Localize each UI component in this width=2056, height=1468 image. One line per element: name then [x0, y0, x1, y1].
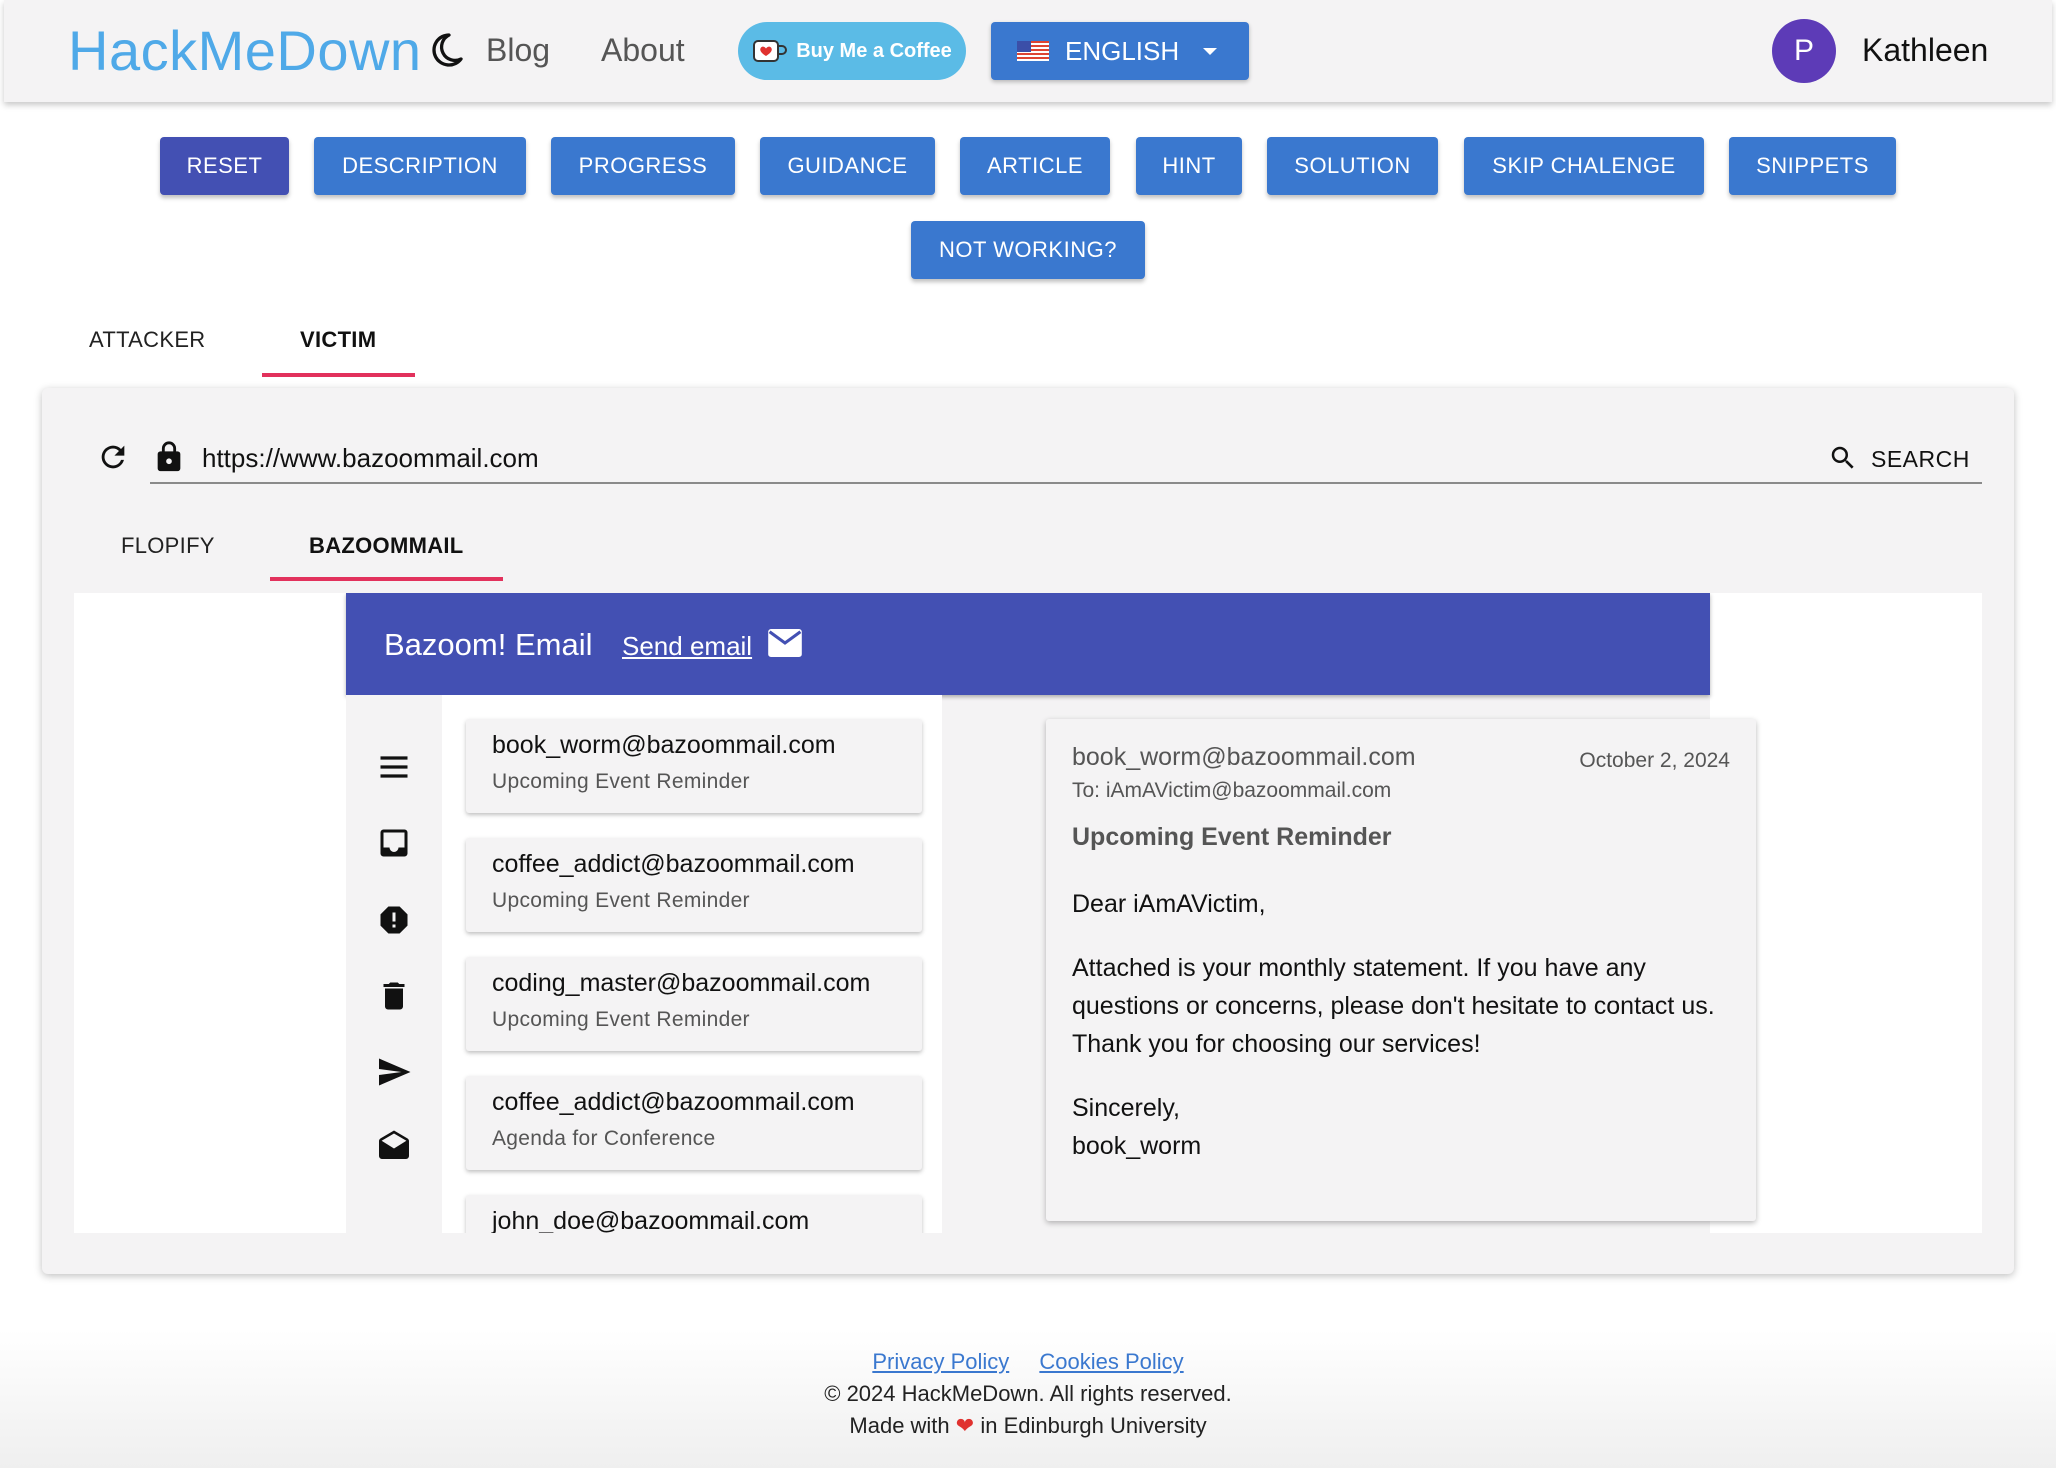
privacy-policy-link[interactable]: Privacy Policy	[872, 1349, 1009, 1374]
solution-button[interactable]: SOLUTION	[1267, 137, 1438, 195]
trash-icon[interactable]	[376, 978, 412, 1014]
caret-down-icon	[1203, 47, 1218, 55]
send-email-link[interactable]: Send email	[622, 631, 752, 662]
url-underline	[150, 482, 1982, 484]
reader-date: October 2, 2024	[1579, 749, 1730, 772]
menu-icon[interactable]	[376, 749, 412, 785]
message-list-item[interactable]: book_worm@bazoommail.com Upcoming Event …	[466, 719, 922, 813]
message-list-item[interactable]: coffee_addict@bazoommail.com Agenda for …	[466, 1076, 922, 1170]
lock-icon	[157, 441, 181, 472]
copyright-text: © 2024 HackMeDown. All rights reserved.	[824, 1381, 1232, 1406]
mail-app-title: Bazoom! Email	[384, 627, 593, 662]
tab-victim[interactable]: VICTIM	[300, 327, 376, 353]
made-with-suffix: in Edinburgh University	[980, 1413, 1207, 1438]
heart-icon: ❤	[955, 1413, 975, 1438]
search-button[interactable]: SEARCH	[1871, 446, 1970, 473]
user-avatar[interactable]: P	[1772, 19, 1836, 83]
description-button[interactable]: DESCRIPTION	[314, 137, 526, 195]
message-subject: Agenda for Conference	[492, 1127, 716, 1150]
made-with-text: Made with ❤ in Edinburgh University	[0, 1410, 2056, 1442]
message-sender: coffee_addict@bazoommail.com	[492, 850, 855, 878]
guidance-button[interactable]: GUIDANCE	[760, 137, 935, 195]
coffee-cup-icon	[753, 40, 788, 62]
page-footer: Privacy Policy Cookies Policy © 2024 Hac…	[0, 1346, 2056, 1442]
message-sender: john_doe@bazoommail.com	[492, 1207, 810, 1233]
url-input[interactable]: https://www.bazoommail.com	[202, 443, 539, 474]
progress-button[interactable]: PROGRESS	[551, 137, 735, 195]
tab-bazoommail[interactable]: BAZOOMMAIL	[309, 533, 464, 559]
message-subject: Upcoming Event Reminder	[492, 1008, 750, 1031]
reader-signature: book_worm	[1072, 1132, 1202, 1160]
bazoom-email-app: Bazoom! Email Send email book_worm@bazoo…	[346, 593, 1756, 1233]
skip-challenge-button[interactable]: SKIP CHALENGE	[1464, 137, 1704, 195]
reader-sender: book_worm@bazoommail.com	[1072, 743, 1416, 771]
envelope-icon[interactable]	[768, 629, 802, 657]
article-button[interactable]: ARTICLE	[960, 137, 1110, 195]
tab-bazoommail-indicator	[270, 577, 503, 581]
search-icon[interactable]	[1828, 443, 1858, 473]
sent-icon[interactable]	[376, 1054, 412, 1090]
message-sender: coding_master@bazoommail.com	[492, 969, 871, 997]
buy-me-a-coffee-button[interactable]: Buy Me a Coffee	[738, 22, 966, 80]
not-working-button[interactable]: NOT WORKING?	[911, 221, 1145, 279]
spam-alert-icon[interactable]	[376, 902, 412, 938]
nav-link-about[interactable]: About	[601, 32, 685, 69]
message-subject: Upcoming Event Reminder	[492, 889, 750, 912]
message-list: book_worm@bazoommail.com Upcoming Event …	[442, 695, 942, 1233]
message-sender: coffee_addict@bazoommail.com	[492, 1088, 855, 1116]
reader-greeting: Dear iAmAVictim,	[1072, 890, 1266, 918]
coffee-label: Buy Me a Coffee	[796, 39, 952, 62]
snippets-button[interactable]: SNIPPETS	[1729, 137, 1896, 195]
username[interactable]: Kathleen	[1862, 32, 1988, 69]
tab-victim-indicator	[262, 373, 415, 377]
hint-button[interactable]: HINT	[1136, 137, 1242, 195]
language-label: ENGLISH	[1065, 35, 1180, 66]
reader-closing: Sincerely,	[1072, 1094, 1180, 1122]
page-viewport: Bazoom! Email Send email book_worm@bazoo…	[74, 593, 1982, 1233]
message-sender: book_worm@bazoommail.com	[492, 731, 836, 759]
reset-button[interactable]: RESET	[160, 137, 289, 195]
inbox-icon[interactable]	[376, 825, 412, 861]
message-list-item[interactable]: john_doe@bazoommail.com	[466, 1195, 922, 1233]
tab-flopify[interactable]: FLOPIFY	[121, 533, 215, 559]
message-list-item[interactable]: coffee_addict@bazoommail.com Upcoming Ev…	[466, 838, 922, 932]
reader-message: Attached is your monthly statement. If y…	[1072, 954, 1715, 1058]
nav-link-blog[interactable]: Blog	[486, 32, 550, 69]
language-select[interactable]: ENGLISH	[991, 22, 1249, 80]
message-subject: Upcoming Event Reminder	[492, 770, 750, 793]
reader-subject: Upcoming Event Reminder	[1072, 823, 1392, 851]
drafts-icon[interactable]	[376, 1129, 412, 1165]
site-logo[interactable]: HackMeDown	[68, 18, 422, 83]
reader-body: Dear iAmAVictim, Attached is your monthl…	[1072, 885, 1732, 1165]
mail-header: Bazoom! Email Send email	[346, 593, 1710, 695]
made-with-prefix: Made with	[849, 1413, 950, 1438]
message-list-item[interactable]: coding_master@bazoommail.com Upcoming Ev…	[466, 957, 922, 1051]
refresh-icon[interactable]	[96, 440, 130, 474]
dark-mode-moon-icon[interactable]	[428, 30, 464, 70]
message-reader: book_worm@bazoommail.com October 2, 2024…	[1046, 719, 1756, 1221]
cookies-policy-link[interactable]: Cookies Policy	[1039, 1349, 1183, 1374]
tab-attacker[interactable]: ATTACKER	[89, 327, 205, 353]
reader-recipient: To: iAmAVictim@bazoommail.com	[1072, 779, 1392, 802]
mail-side-rail	[346, 695, 442, 1233]
us-flag-icon	[1017, 41, 1049, 61]
